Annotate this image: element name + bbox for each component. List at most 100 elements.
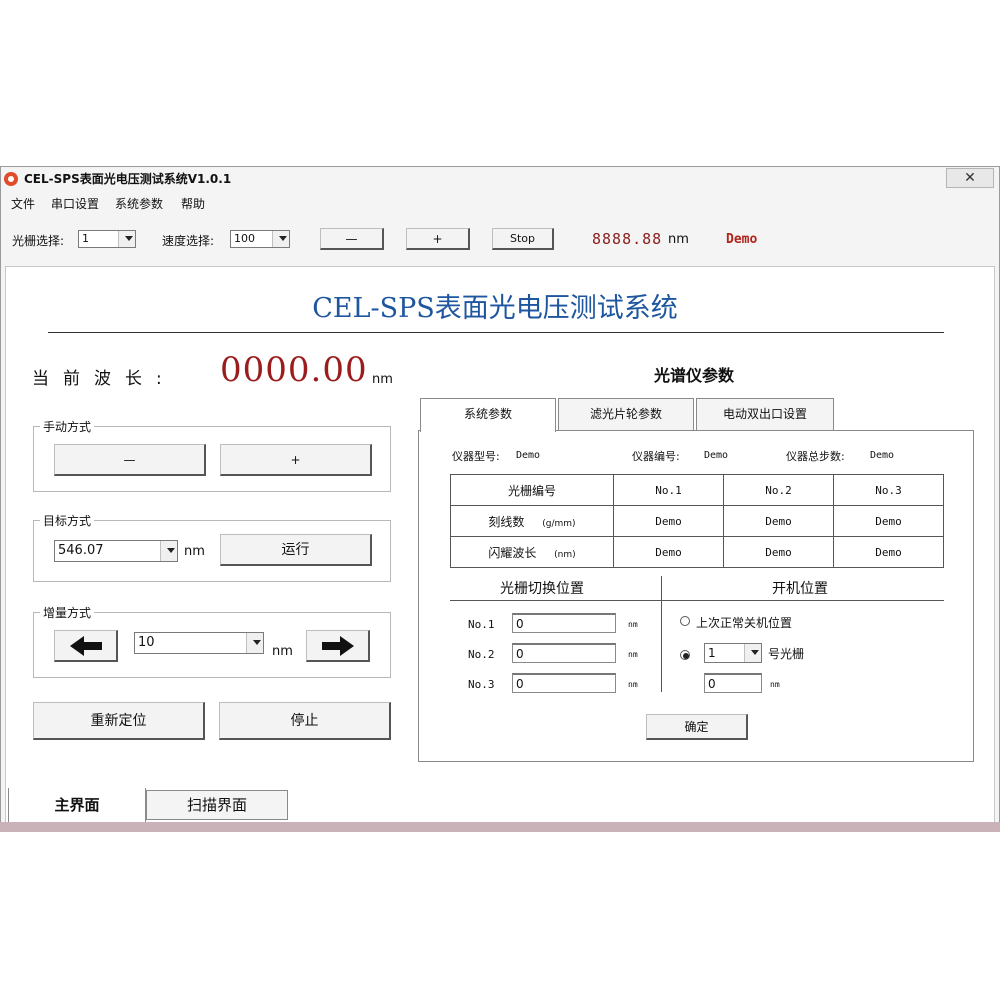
menu-help[interactable]: 帮助 bbox=[181, 195, 205, 212]
increment-select[interactable]: 10 bbox=[134, 632, 264, 654]
spectrometer-section-title: 光谱仪参数 bbox=[654, 366, 735, 385]
chevron-down-icon bbox=[279, 236, 287, 241]
switch-label-no2: No.2 bbox=[468, 648, 495, 661]
chevron-down-icon bbox=[125, 236, 133, 241]
manual-mode-title: 手动方式 bbox=[40, 418, 95, 435]
current-wavelength-value: 0000.00 bbox=[220, 350, 368, 390]
startup-grating-suffix: 号光栅 bbox=[768, 647, 805, 661]
table-cell: Demo bbox=[723, 505, 834, 537]
stop-button[interactable]: 停止 bbox=[219, 702, 391, 740]
speed-select[interactable]: 100 bbox=[230, 230, 290, 248]
target-wavelength-value: 546.07 bbox=[58, 543, 104, 558]
radio-grating-position[interactable] bbox=[680, 650, 690, 660]
model-value: Demo bbox=[516, 450, 541, 461]
model-label: 仪器型号: bbox=[452, 450, 500, 463]
tab-filter-wheel[interactable]: 滤光片轮参数 bbox=[558, 398, 694, 430]
chevron-down-icon bbox=[167, 548, 175, 553]
current-wavelength-unit: nm bbox=[372, 372, 393, 387]
wavelength-display-unit: nm bbox=[668, 232, 689, 247]
switch-unit: nm bbox=[628, 650, 638, 659]
grating-table: 光栅编号 No.1 No.2 No.3 刻线数 (g/mm) Demo Demo… bbox=[450, 474, 944, 568]
chevron-down-icon bbox=[253, 640, 261, 645]
total-steps-label: 仪器总步数: bbox=[786, 450, 845, 463]
demo-indicator: Demo bbox=[726, 232, 758, 247]
menu-serial-settings[interactable]: 串口设置 bbox=[51, 195, 99, 212]
app-logo-icon bbox=[4, 172, 18, 186]
grating-select[interactable]: 1 bbox=[78, 230, 136, 248]
table-row: 闪耀波长 (nm) Demo Demo Demo bbox=[450, 536, 944, 568]
run-button[interactable]: 运行 bbox=[220, 534, 372, 566]
switch-input-no1[interactable]: 0 bbox=[512, 613, 616, 633]
tab-system-params[interactable]: 系统参数 bbox=[420, 398, 556, 432]
switch-position-title: 光栅切换位置 bbox=[500, 581, 584, 597]
manual-minus-button[interactable]: — bbox=[54, 444, 206, 476]
dropdown-box bbox=[744, 644, 761, 662]
desktop-taskbar-strip bbox=[0, 822, 1000, 832]
confirm-button[interactable]: 确定 bbox=[646, 714, 748, 740]
grating-select-label: 光栅选择: bbox=[12, 234, 65, 248]
switch-input-no2[interactable]: 0 bbox=[512, 643, 616, 663]
total-steps-value: Demo bbox=[870, 450, 895, 461]
startup-position-unit: nm bbox=[770, 680, 780, 689]
tab-main[interactable]: 主界面 bbox=[8, 788, 146, 824]
serial-value: Demo bbox=[704, 450, 729, 461]
chevron-down-icon bbox=[751, 650, 759, 655]
switch-label-no3: No.3 bbox=[468, 678, 495, 691]
switch-unit: nm bbox=[628, 620, 638, 629]
dropdown-box bbox=[272, 231, 289, 247]
section-divider bbox=[661, 576, 662, 692]
row-label-unit: (nm) bbox=[554, 549, 576, 560]
dropdown-box bbox=[160, 541, 177, 561]
startup-position-input[interactable]: 0 bbox=[704, 673, 762, 693]
table-header: No.2 bbox=[723, 474, 834, 506]
serial-label: 仪器编号: bbox=[632, 450, 680, 463]
menu-bar: 文件 串口设置 系统参数 帮助 bbox=[1, 193, 999, 213]
toolbar-minus-button[interactable]: — bbox=[320, 228, 384, 250]
increment-mode-title: 增量方式 bbox=[40, 604, 95, 621]
row-label-unit: (g/mm) bbox=[542, 518, 576, 529]
step-back-button[interactable] bbox=[54, 630, 118, 662]
radio-last-shutdown[interactable] bbox=[680, 616, 690, 626]
target-unit: nm bbox=[184, 544, 205, 559]
tab-dual-exit[interactable]: 电动双出口设置 bbox=[696, 398, 834, 430]
target-wavelength-select[interactable]: 546.07 bbox=[54, 540, 178, 562]
menu-system-params[interactable]: 系统参数 bbox=[115, 195, 163, 212]
table-row-label: 闪耀波长 (nm) bbox=[450, 536, 614, 568]
reposition-button[interactable]: 重新定位 bbox=[33, 702, 205, 740]
manual-plus-button[interactable]: + bbox=[220, 444, 372, 476]
toolbar-plus-button[interactable]: + bbox=[406, 228, 470, 250]
switch-input-no3[interactable]: 0 bbox=[512, 673, 616, 693]
table-cell: Demo bbox=[723, 536, 834, 568]
menu-file[interactable]: 文件 bbox=[11, 195, 35, 212]
radio-last-shutdown-label: 上次正常关机位置 bbox=[696, 616, 793, 630]
startup-grating-select[interactable]: 1 bbox=[704, 643, 762, 663]
table-cell: Demo bbox=[613, 505, 724, 537]
switch-label-no1: No.1 bbox=[468, 618, 495, 631]
increment-unit: nm bbox=[272, 644, 293, 659]
toolbar-stop-button[interactable]: Stop bbox=[492, 228, 554, 250]
grating-select-value: 1 bbox=[82, 232, 89, 245]
increment-value: 10 bbox=[138, 635, 155, 650]
table-header: No.1 bbox=[613, 474, 724, 506]
table-row-label: 刻线数 (g/mm) bbox=[450, 505, 614, 537]
row-label-text: 刻线数 bbox=[488, 514, 525, 529]
tab-scan[interactable]: 扫描界面 bbox=[146, 790, 288, 820]
switch-section-rule bbox=[450, 600, 944, 601]
dropdown-box bbox=[246, 633, 263, 653]
title-divider bbox=[48, 332, 944, 333]
row-label-text: 闪耀波长 bbox=[488, 545, 537, 560]
speed-select-value: 100 bbox=[234, 232, 255, 245]
target-mode-title: 目标方式 bbox=[40, 512, 95, 529]
table-header-row: 光栅编号 No.1 No.2 No.3 bbox=[450, 474, 944, 506]
step-forward-button[interactable] bbox=[306, 630, 370, 662]
page-title: CEL-SPS表面光电压测试系统 bbox=[312, 293, 678, 324]
table-header: 光栅编号 bbox=[450, 474, 614, 506]
wavelength-display: 8888.88 bbox=[592, 230, 663, 248]
table-cell: Demo bbox=[613, 536, 724, 568]
table-row: 刻线数 (g/mm) Demo Demo Demo bbox=[450, 505, 944, 537]
startup-position-title: 开机位置 bbox=[772, 581, 828, 597]
arrow-left-icon bbox=[69, 636, 102, 656]
close-button[interactable]: ✕ bbox=[946, 168, 994, 188]
dropdown-box bbox=[118, 231, 135, 247]
arrow-right-icon bbox=[321, 636, 354, 656]
